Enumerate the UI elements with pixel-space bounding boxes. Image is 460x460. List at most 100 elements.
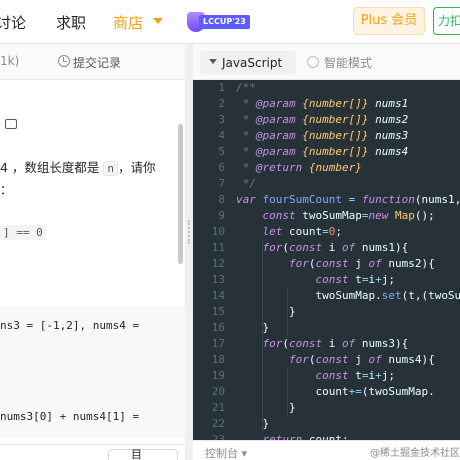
code-line[interactable]: 2 * @param {number[]} nums1 <box>193 96 460 112</box>
indent-guide <box>262 352 263 432</box>
line-number: 2 <box>218 97 225 110</box>
line-number: 23 <box>211 433 225 440</box>
line-number: 14 <box>211 289 225 302</box>
smart-mode-label[interactable]: 智能模式 <box>324 54 372 71</box>
smart-mode-icon[interactable] <box>307 56 319 68</box>
code-line[interactable]: 12 for(const j of nums2){ <box>193 256 460 272</box>
code-text: return count; <box>262 433 349 440</box>
code-text: * @param {number[]} nums1 <box>236 97 409 110</box>
footer-button[interactable]: 目 <box>108 449 178 460</box>
line-number: 3 <box>218 113 225 126</box>
code-text: var fourSumCount = function(nums1, <box>236 193 460 206</box>
indent-guide <box>287 368 288 416</box>
code-line[interactable]: 4 * @param {number[]} nums3 <box>193 128 460 144</box>
code-text: let count=0; <box>262 225 343 238</box>
code-line[interactable]: 15 } <box>193 304 460 320</box>
plus-member-button[interactable]: Plus 会员 <box>353 7 425 35</box>
problem-description-line-2: ： <box>0 182 13 197</box>
line-number: 13 <box>211 273 225 286</box>
indent-guide <box>262 240 263 352</box>
desc-code-chip: n <box>103 161 119 176</box>
example-line: nums3[0] + nums4[1] = <box>0 410 140 423</box>
top-nav: 讨论 求职 商店 LCCUP'23 Plus 会员 力扣 <box>0 0 460 44</box>
code-line[interactable]: 8 var fourSumCount = function(nums1, <box>193 192 460 208</box>
line-number: 17 <box>211 337 225 350</box>
code-line[interactable]: 9 const twoSumMap=new Map(); <box>193 208 460 224</box>
code-line[interactable]: 23 return count; <box>193 432 460 440</box>
watermark: @稀土掘金技术社区 <box>370 448 460 459</box>
code-line[interactable]: 17 for(const i of nums3){ <box>193 336 460 352</box>
code-line[interactable]: 20 count+=(twoSumMap. <box>193 384 460 400</box>
problem-description-line: 4 ，数组长度都是 n ，请你 <box>0 157 156 176</box>
code-editor[interactable]: 1/** 2 * @param {number[]} nums1 3 * @para… <box>193 80 460 440</box>
code-text: for(const j of nums2){ <box>288 257 435 270</box>
nav-item-store[interactable]: 商店 <box>113 12 143 33</box>
lccup-badge[interactable]: LCCUP'23 <box>187 12 251 32</box>
line-number: 5 <box>218 145 225 158</box>
code-text: * @return {number} <box>236 161 362 174</box>
resize-handle[interactable] <box>188 220 190 244</box>
code-line[interactable]: 18 for(const j of nums4){ <box>193 352 460 368</box>
desc-part-a: 4 ，数组长度都是 <box>0 160 104 175</box>
code-text: } <box>236 417 270 430</box>
line-number: 10 <box>211 225 225 238</box>
code-text: * @param {number[]} nums4 <box>236 145 409 158</box>
code-line[interactable]: 3 * @param {number[]} nums2 <box>193 112 460 128</box>
lccup-badge-label: LCCUP'23 <box>199 15 250 29</box>
comment-icon[interactable] <box>5 119 17 129</box>
line-number: 16 <box>211 321 225 334</box>
console-toggle[interactable]: 控制台 ▾ <box>205 445 247 460</box>
code-line[interactable]: 21 } <box>193 400 460 416</box>
nav-item-jobs[interactable]: 求职 <box>56 12 86 33</box>
language-select-value: JavaScript <box>222 56 283 70</box>
line-number: 8 <box>218 193 225 206</box>
line-number: 21 <box>211 401 225 414</box>
line-number: 19 <box>211 369 225 382</box>
code-line[interactable]: 1 /** <box>193 80 460 96</box>
editor-toolbar: JavaScript 智能模式 <box>193 44 460 80</box>
code-line[interactable]: 7 */ <box>193 176 460 192</box>
line-number: 11 <box>211 241 225 254</box>
indent-guide <box>287 288 288 336</box>
code-line[interactable]: 5 * @param {number[]} nums4 <box>193 144 460 160</box>
code-line[interactable]: 14 twoSumMap.set(t,(twoSum <box>193 288 460 304</box>
code-line[interactable]: 19 const t=i+j; <box>193 368 460 384</box>
history-icon <box>58 55 70 67</box>
example-line: ns3 = [-1,2], nums4 = <box>0 319 140 332</box>
code-line[interactable]: 22 } <box>193 416 460 432</box>
line-number: 9 <box>218 209 225 222</box>
code-line[interactable]: 16 } <box>193 320 460 336</box>
line-number: 6 <box>218 161 225 174</box>
desc-part-b: ，请你 <box>118 160 156 175</box>
code-line[interactable]: 13 const t=i+j; <box>193 272 460 288</box>
code-text: } <box>236 321 270 334</box>
code-text: twoSumMap.set(t,(twoSum <box>236 289 460 302</box>
code-text: for(const j of nums4){ <box>288 353 435 366</box>
line-number: 1 <box>218 81 225 94</box>
leetcode-page: 讨论 求职 商店 LCCUP'23 Plus 会员 力扣 1k) 提交记录 4 … <box>0 0 460 460</box>
tab-solutions-count[interactable]: 1k) <box>0 54 19 68</box>
store-dropdown-icon[interactable] <box>153 18 163 24</box>
code-text: const t=i+j; <box>315 273 395 286</box>
problem-scrollbar[interactable] <box>178 124 183 264</box>
problem-tabs: 1k) 提交记录 <box>0 44 185 80</box>
language-select[interactable]: JavaScript <box>200 51 296 75</box>
line-number: 4 <box>218 129 225 142</box>
line-number: 12 <box>211 257 225 270</box>
problem-panel: 1k) 提交记录 4 ，数组长度都是 n ，请你 ： ] == 0 ns3 = [… <box>0 44 185 460</box>
code-text: */ <box>236 177 256 190</box>
chevron-down-icon <box>209 59 217 64</box>
line-number: 18 <box>211 353 225 366</box>
tab-submissions[interactable]: 提交记录 <box>73 54 121 71</box>
line-number: 20 <box>211 385 225 398</box>
code-text: /** <box>236 81 256 94</box>
code-line[interactable]: 10 let count=0; <box>193 224 460 240</box>
example-block: ns3 = [-1,2], nums4 = nums3[0] + nums4[1… <box>0 306 185 438</box>
problem-condition: ] == 0 <box>0 225 46 240</box>
code-text: * @param {number[]} nums3 <box>236 129 409 142</box>
nav-item-discuss[interactable]: 讨论 <box>0 12 26 33</box>
code-line[interactable]: 6 * @return {number} <box>193 160 460 176</box>
code-line[interactable]: 11 for(const i of nums1){ <box>193 240 460 256</box>
force-button[interactable]: 力扣 <box>433 7 460 35</box>
panel-divider[interactable] <box>185 44 193 460</box>
